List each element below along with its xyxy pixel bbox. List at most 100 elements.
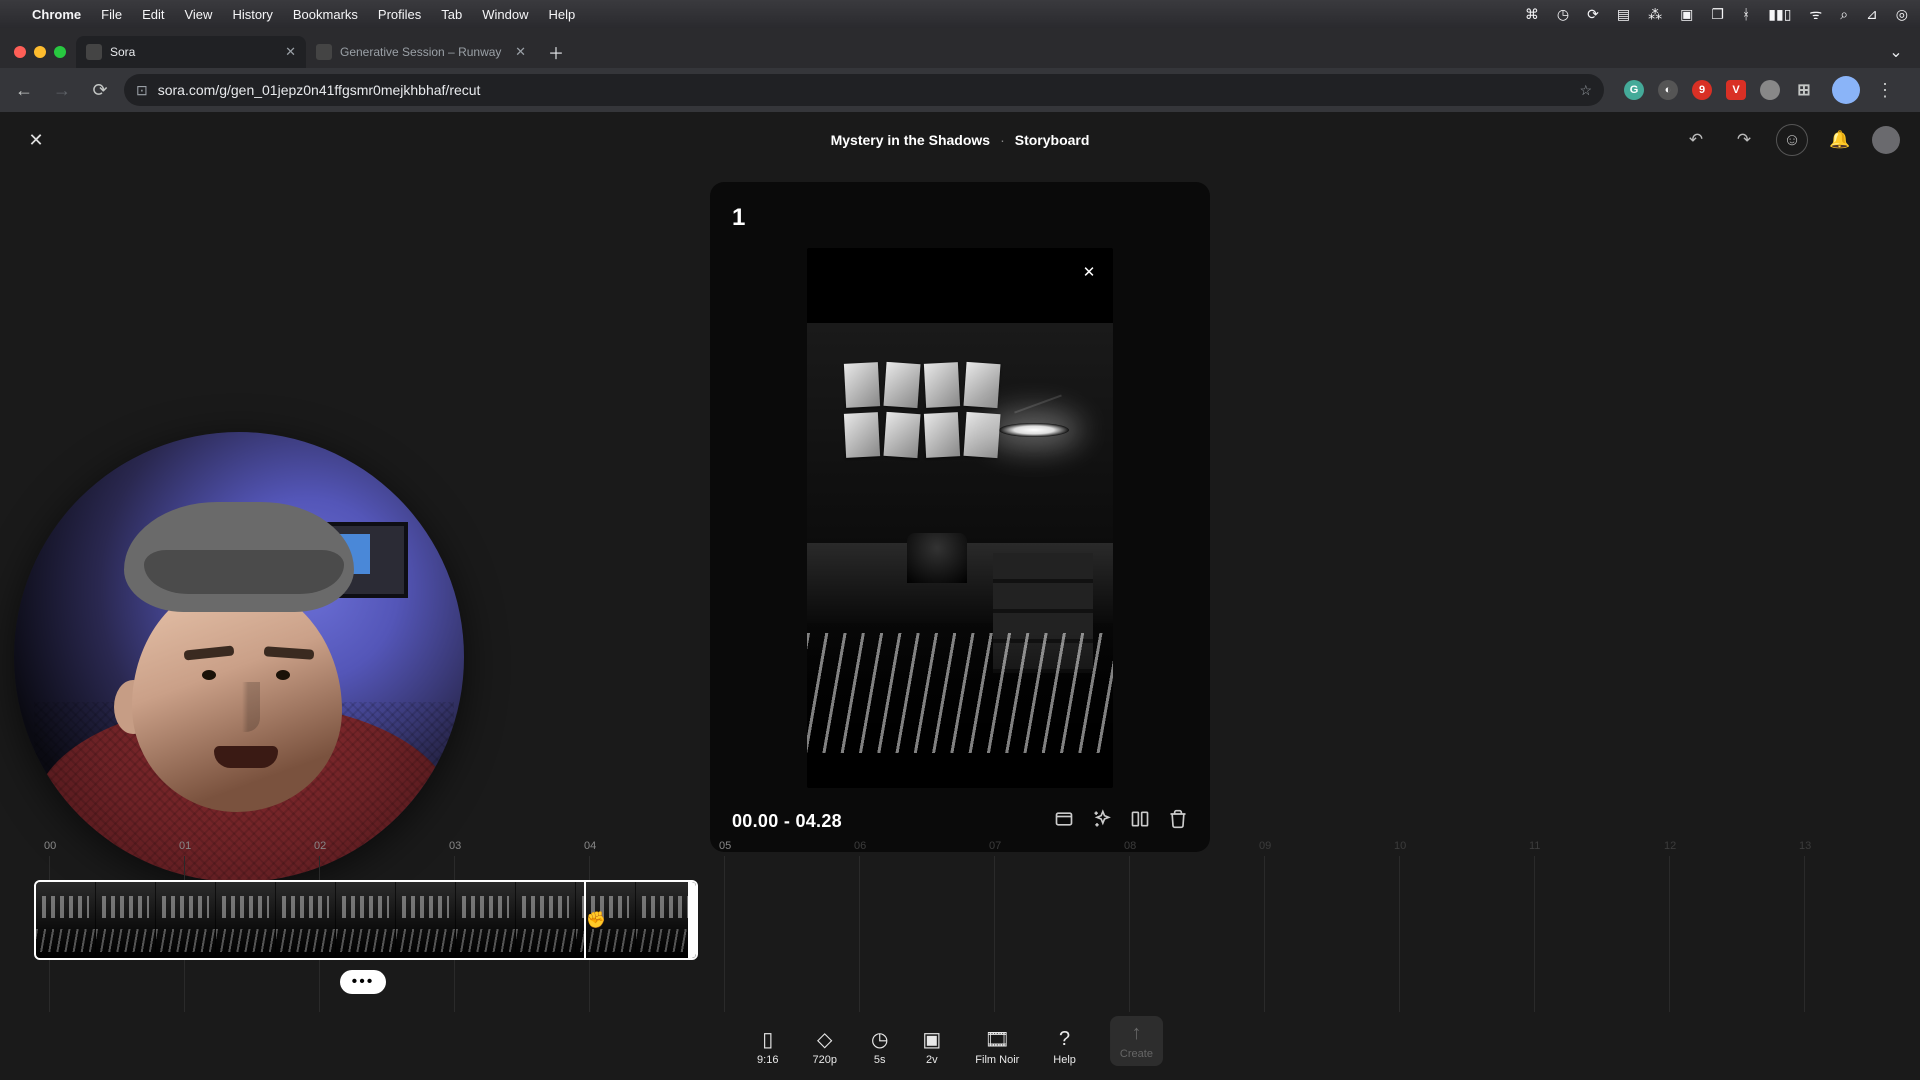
card-delete-button[interactable] bbox=[1168, 809, 1188, 834]
extension-icon[interactable]: 9 bbox=[1692, 80, 1712, 100]
user-avatar[interactable] bbox=[1872, 126, 1900, 154]
nav-forward-button[interactable]: → bbox=[48, 76, 76, 104]
comments-button[interactable]: ☺ bbox=[1776, 124, 1808, 156]
control-center-icon[interactable]: ⊿ bbox=[1866, 6, 1878, 23]
browser-tab-active[interactable]: Sora ✕ bbox=[76, 36, 306, 68]
menu-view[interactable]: View bbox=[184, 7, 212, 22]
menu-history[interactable]: History bbox=[232, 7, 272, 22]
ruler-tick: 00 bbox=[44, 840, 56, 852]
extension-icon[interactable]: V bbox=[1726, 80, 1746, 100]
card-enhance-button[interactable] bbox=[1092, 809, 1112, 834]
duration-button[interactable]: ◷ 5s bbox=[871, 1028, 888, 1066]
timeline-ruler[interactable]: 00 01 02 03 04 05 06 07 08 09 10 11 12 1… bbox=[0, 840, 1920, 862]
aspect-label: 9:16 bbox=[757, 1054, 778, 1066]
status-icon[interactable]: ▤ bbox=[1617, 6, 1630, 23]
clip-trim-handle-right[interactable] bbox=[688, 882, 696, 958]
extensions-menu-icon[interactable]: ⊞ bbox=[1794, 80, 1814, 100]
menu-profiles[interactable]: Profiles bbox=[378, 7, 421, 22]
bluetooth-icon[interactable]: ᚼ bbox=[1742, 6, 1750, 22]
variations-button[interactable]: ▣ 2v bbox=[922, 1028, 941, 1066]
noir-scene-image bbox=[807, 323, 1113, 753]
clock-icon[interactable]: ◷ bbox=[1557, 6, 1569, 23]
storyboard-card: 1 ✕ 00.00 - 04.28 bbox=[710, 182, 1210, 852]
status-icon[interactable]: ⟳ bbox=[1587, 6, 1599, 23]
site-info-icon[interactable]: ⊡ bbox=[136, 82, 148, 99]
menu-edit[interactable]: Edit bbox=[142, 7, 164, 22]
bookmark-star-icon[interactable]: ☆ bbox=[1579, 82, 1592, 99]
redo-button[interactable]: ↷ bbox=[1728, 124, 1760, 156]
aspect-ratio-button[interactable]: ▯ 9:16 bbox=[757, 1028, 778, 1066]
chrome-profile-avatar[interactable] bbox=[1832, 76, 1860, 104]
clip-more-button[interactable]: ••• bbox=[340, 970, 386, 994]
new-tab-button[interactable]: ＋ bbox=[542, 38, 570, 66]
menu-help[interactable]: Help bbox=[549, 7, 576, 22]
tab-close-icon[interactable]: ✕ bbox=[285, 44, 296, 60]
project-title: Mystery in the Shadows bbox=[831, 132, 990, 148]
cursor-icon[interactable]: ▣ bbox=[1680, 6, 1693, 23]
status-icon[interactable]: ⌘ bbox=[1525, 6, 1539, 23]
stage-manager-icon[interactable]: ❐ bbox=[1711, 6, 1724, 23]
tab-close-icon[interactable]: ✕ bbox=[515, 44, 526, 60]
address-bar[interactable]: ⊡ sora.com/g/gen_01jepz0n41ffgsmr0mejkhb… bbox=[124, 74, 1604, 106]
grab-cursor-icon: ✊ bbox=[586, 910, 606, 930]
notifications-button[interactable]: 🔔 bbox=[1824, 124, 1856, 156]
menu-bookmarks[interactable]: Bookmarks bbox=[293, 7, 358, 22]
browser-tab[interactable]: Generative Session – Runway ✕ bbox=[306, 36, 536, 68]
url-text: sora.com/g/gen_01jepz0n41ffgsmr0mejkhbha… bbox=[158, 82, 481, 98]
card-media-button[interactable] bbox=[1054, 809, 1074, 834]
menu-file[interactable]: File bbox=[101, 7, 122, 22]
style-preset-button[interactable]: 🎞 Film Noir bbox=[975, 1028, 1019, 1066]
create-icon: ↑ bbox=[1131, 1022, 1141, 1044]
menu-window[interactable]: Window bbox=[482, 7, 528, 22]
window-zoom-button[interactable] bbox=[54, 46, 66, 58]
window-controls bbox=[10, 46, 76, 68]
help-button[interactable]: ? Help bbox=[1053, 1028, 1076, 1066]
menu-tab[interactable]: Tab bbox=[441, 7, 462, 22]
spotlight-icon[interactable]: ⌕ bbox=[1840, 6, 1848, 23]
ruler-tick: 12 bbox=[1664, 840, 1676, 852]
editor-header: ✕ Mystery in the Shadows · Storyboard ↶ … bbox=[0, 112, 1920, 168]
duration-label: 5s bbox=[874, 1054, 886, 1066]
nav-reload-button[interactable]: ⟳ bbox=[86, 76, 114, 104]
tab-overflow-button[interactable]: ⌄ bbox=[1882, 38, 1910, 66]
ruler-tick: 03 bbox=[449, 840, 461, 852]
timeline-clip[interactable]: ✊ bbox=[34, 880, 698, 960]
card-timecode: 00.00 - 04.28 bbox=[732, 811, 842, 832]
timeline: 00 01 02 03 04 05 06 07 08 09 10 11 12 1… bbox=[0, 840, 1920, 1010]
chrome-tabstrip: Sora ✕ Generative Session – Runway ✕ ＋ ⌄ bbox=[0, 28, 1920, 68]
variations-icon: ▣ bbox=[922, 1028, 941, 1050]
extension-icon[interactable]: G bbox=[1624, 80, 1644, 100]
status-icon[interactable]: ⁂ bbox=[1648, 6, 1662, 23]
menubar-status-icons: ⌘ ◷ ⟳ ▤ ⁂ ▣ ❐ ᚼ ▮▮▯ ᯤ ⌕ ⊿ ◎ bbox=[1525, 5, 1908, 24]
create-button[interactable]: ↑ Create bbox=[1110, 1016, 1163, 1066]
resolution-icon: ◇ bbox=[817, 1028, 832, 1050]
ruler-tick: 04 bbox=[584, 840, 596, 852]
card-preview[interactable]: ✕ bbox=[807, 248, 1113, 788]
card-split-button[interactable] bbox=[1130, 809, 1150, 834]
extension-icon[interactable]: ◐ bbox=[1658, 80, 1678, 100]
resolution-button[interactable]: ◇ 720p bbox=[812, 1028, 836, 1066]
presenter-webcam bbox=[14, 432, 464, 882]
timeline-track[interactable]: ✊ ••• bbox=[0, 862, 1920, 972]
ruler-tick: 06 bbox=[854, 840, 866, 852]
extension-icon[interactable] bbox=[1760, 80, 1780, 100]
menubar-app-name[interactable]: Chrome bbox=[32, 7, 81, 22]
ruler-tick: 13 bbox=[1799, 840, 1811, 852]
close-editor-button[interactable]: ✕ bbox=[20, 124, 52, 156]
nav-back-button[interactable]: ← bbox=[10, 76, 38, 104]
ruler-tick: 05 bbox=[719, 840, 731, 852]
window-minimize-button[interactable] bbox=[34, 46, 46, 58]
battery-icon[interactable]: ▮▮▯ bbox=[1768, 6, 1791, 23]
remove-media-button[interactable]: ✕ bbox=[1077, 260, 1101, 284]
ruler-tick: 09 bbox=[1259, 840, 1271, 852]
extensions-area: G ◐ 9 V ⊞ bbox=[1624, 80, 1814, 100]
undo-button[interactable]: ↶ bbox=[1680, 124, 1712, 156]
resolution-label: 720p bbox=[812, 1054, 836, 1066]
chrome-menu-button[interactable]: ⋮ bbox=[1876, 80, 1894, 101]
wifi-icon[interactable]: ᯤ bbox=[1809, 5, 1822, 24]
sora-editor: ✕ Mystery in the Shadows · Storyboard ↶ … bbox=[0, 112, 1920, 1080]
siri-icon[interactable]: ◎ bbox=[1896, 6, 1908, 23]
ruler-tick: 07 bbox=[989, 840, 1001, 852]
window-close-button[interactable] bbox=[14, 46, 26, 58]
chrome-toolbar: ← → ⟳ ⊡ sora.com/g/gen_01jepz0n41ffgsmr0… bbox=[0, 68, 1920, 112]
